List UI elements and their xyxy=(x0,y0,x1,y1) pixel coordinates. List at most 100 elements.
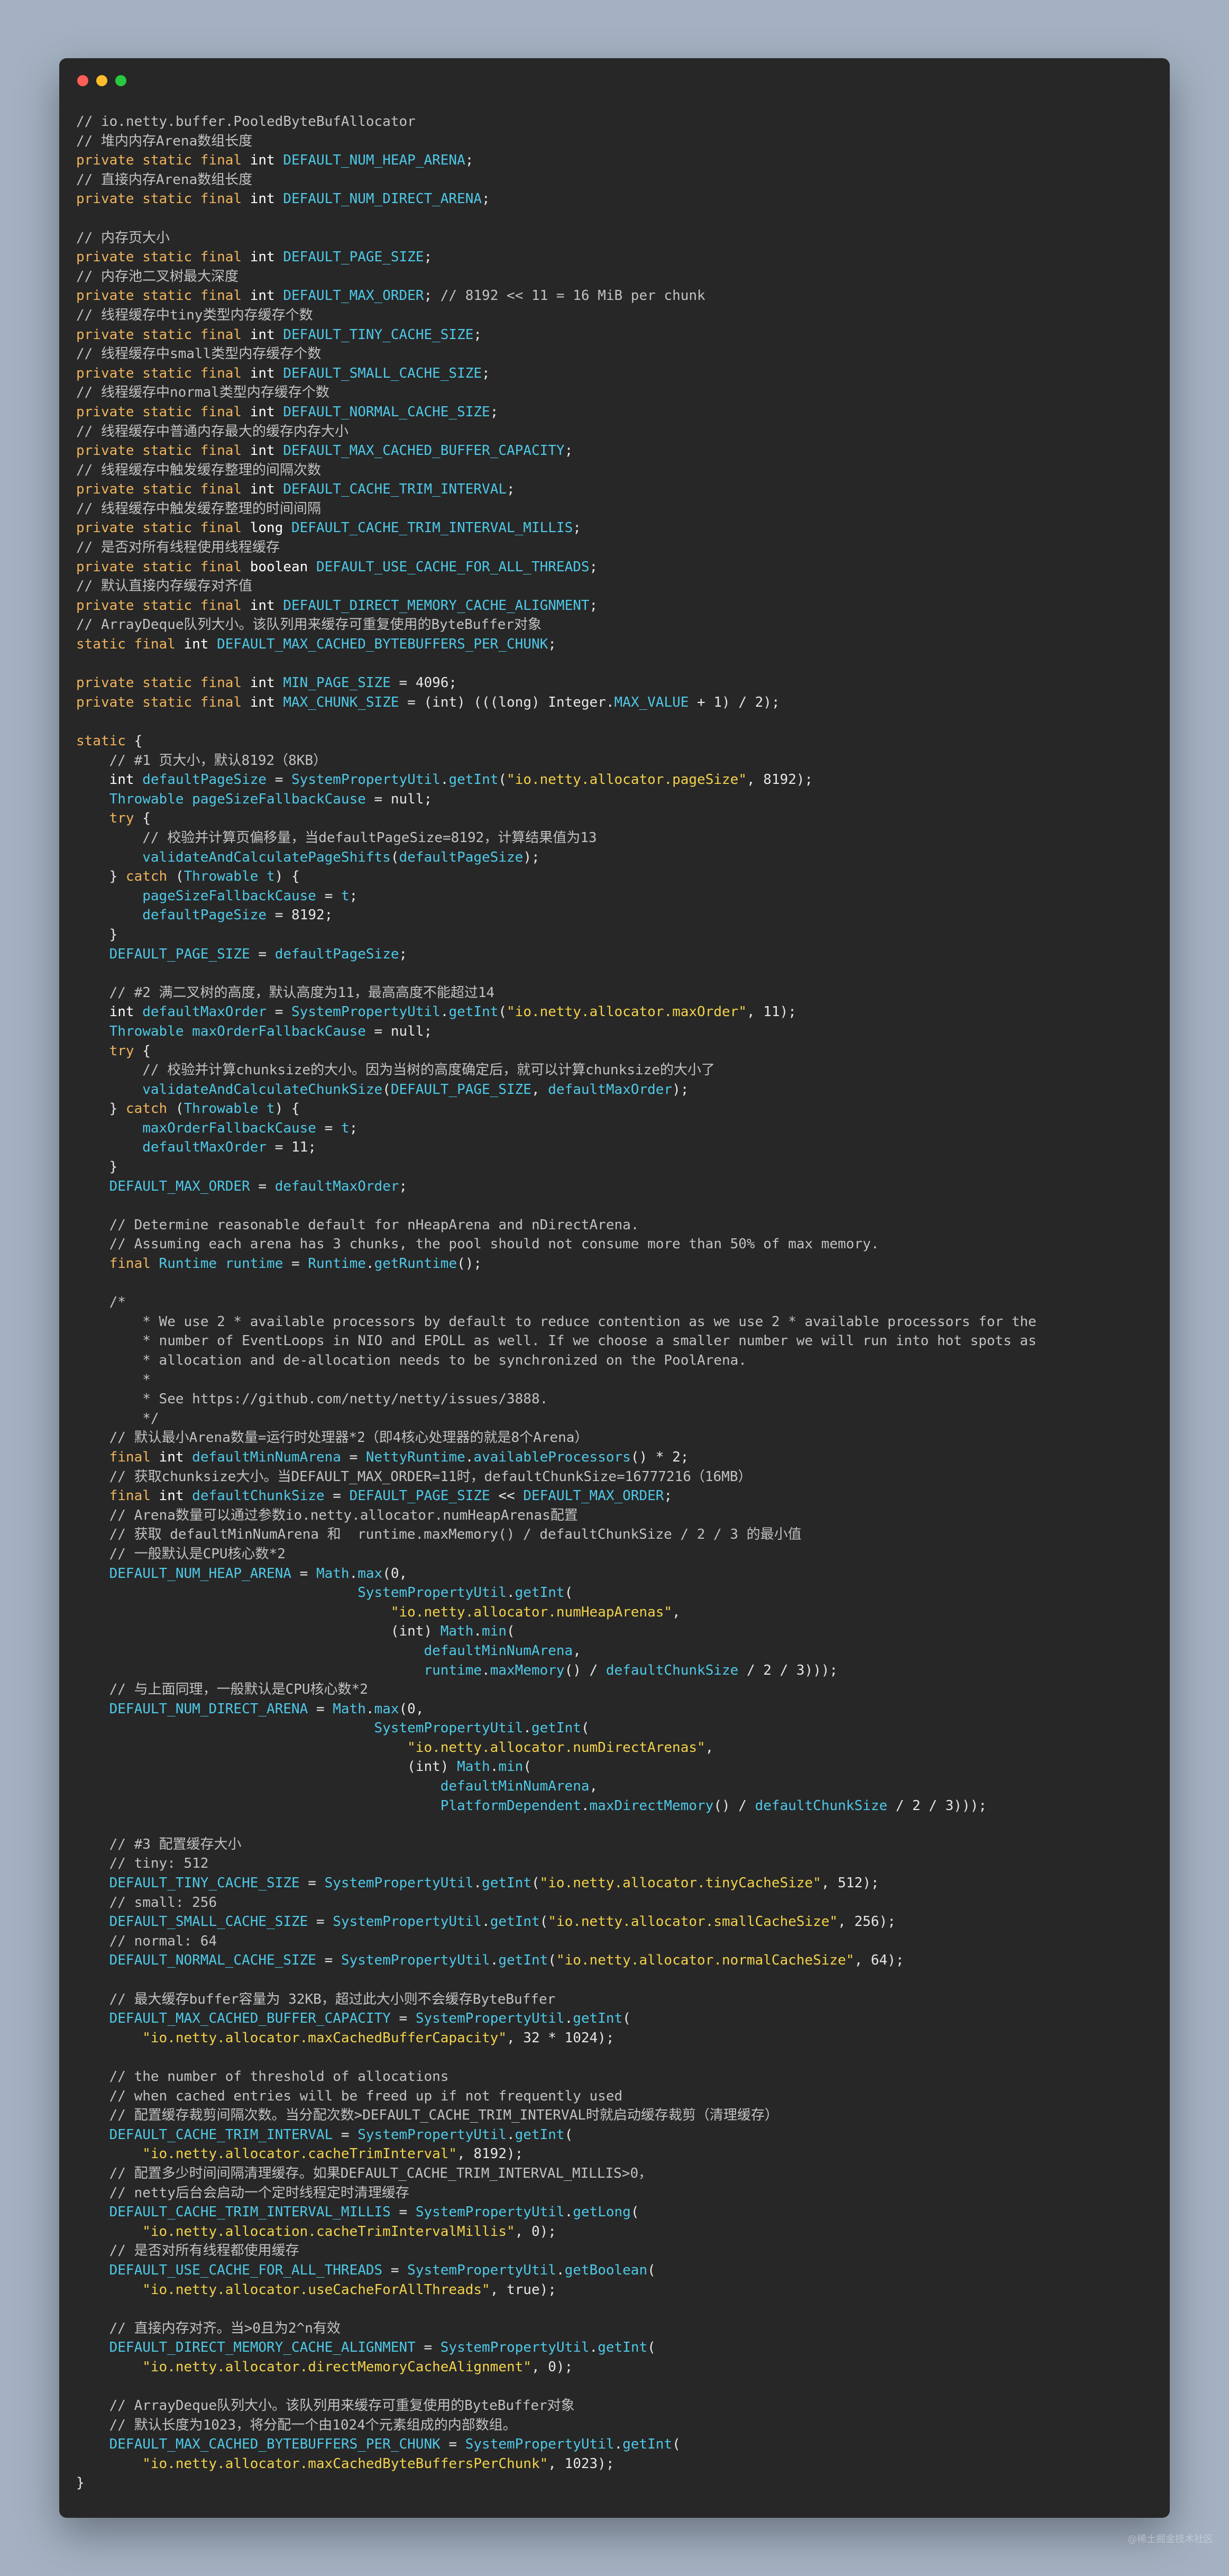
code-token: = xyxy=(316,888,341,904)
code-token: DEFAULT_MAX_CACHED_BUFFER_CAPACITY xyxy=(109,2011,391,2027)
code-token: SystemPropertyUtil xyxy=(374,1720,524,1737)
code-token: SystemPropertyUtil xyxy=(415,2011,565,2027)
code-token: // io.netty.buffer.PooledByteBufAllocato… xyxy=(76,114,416,130)
code-token: // 校验并计算chunksize的大小。因为当树的高度确定后，就可以计算chu… xyxy=(142,1062,715,1079)
code-token: // 配置多少时间间隔清理缓存。如果DEFAULT_CACHE_TRIM_INT… xyxy=(109,2165,653,2181)
code-line: validateAndCalculatePageShifts(defaultPa… xyxy=(76,848,1159,867)
code-line: // #1 页大小，默认8192（8KB） xyxy=(76,751,1159,771)
code-token: . xyxy=(473,1875,482,1892)
code-token: = xyxy=(308,1701,333,1717)
code-token: DEFAULT_PAGE_SIZE xyxy=(283,249,424,266)
code-token: / 2 / 3))); xyxy=(738,1662,838,1678)
code-token: int xyxy=(250,152,283,169)
close-window-button[interactable] xyxy=(77,75,88,86)
code-token: int xyxy=(250,404,283,420)
code-token: Throwable xyxy=(184,869,267,885)
code-line: DEFAULT_TINY_CACHE_SIZE = SystemProperty… xyxy=(76,1874,1159,1893)
code-token: // when cached entries will be freed up … xyxy=(109,2088,623,2104)
code-line: DEFAULT_MAX_ORDER = defaultMaxOrder; xyxy=(76,1177,1159,1196)
code-line: } xyxy=(76,1157,1159,1177)
code-line: // 最大缓存buffer容量为 32KB，超过此大小则不会缓存ByteBuff… xyxy=(76,1990,1159,2009)
code-token: catch xyxy=(125,1101,176,1117)
code-token: defaultMaxOrder xyxy=(142,1139,267,1156)
code-line: final int defaultMinNumArena = NettyRunt… xyxy=(76,1448,1159,1467)
code-line: // 与上面同理，一般默认是CPU核心数*2 xyxy=(76,1680,1159,1700)
code-token: . xyxy=(440,772,449,788)
code-token: ; xyxy=(664,1488,673,1504)
code-token: ( xyxy=(647,2262,656,2278)
code-token: // Assuming each arena has 3 chunks, the… xyxy=(109,1236,879,1253)
code-token: Math xyxy=(316,1565,350,1582)
code-token: int xyxy=(109,1004,143,1020)
minimize-window-button[interactable] xyxy=(96,75,107,86)
code-line: validateAndCalculateChunkSize(DEFAULT_PA… xyxy=(76,1080,1159,1100)
code-token: SystemPropertyUtil xyxy=(333,1914,482,1930)
code-line: // when cached entries will be freed up … xyxy=(76,2087,1159,2106)
code-token: private static final xyxy=(76,191,250,207)
code-token: // 线程缓存中normal类型内存缓存个数 xyxy=(76,385,329,401)
code-token: . xyxy=(523,1720,531,1737)
code-token: DEFAULT_PAGE_SIZE xyxy=(349,1488,490,1504)
code-line: // 默认长度为1023，将分配一个由1024个元素组成的内部数组。 xyxy=(76,2416,1159,2435)
code-token: = xyxy=(333,2126,358,2143)
code-token: , 8192); xyxy=(746,772,813,788)
code-token: // ArrayDeque队列大小。该队列用来缓存可重复使用的ByteBuffe… xyxy=(109,2398,575,2414)
code-token: , 64); xyxy=(854,1952,904,1969)
code-token: SystemPropertyUtil xyxy=(465,2436,614,2453)
code-line: final Runtime runtime = Runtime.getRunti… xyxy=(76,1254,1159,1274)
code-token: DEFAULT_NUM_HEAP_ARENA xyxy=(109,1565,291,1582)
code-line: // tiny: 512 xyxy=(76,1854,1159,1874)
code-token: // 默认长度为1023，将分配一个由1024个元素组成的内部数组。 xyxy=(109,2417,517,2433)
code-token: SystemPropertyUtil xyxy=(291,1004,441,1020)
code-token: ( xyxy=(175,1101,184,1117)
code-line: // Determine reasonable default for nHea… xyxy=(76,1216,1159,1235)
code-token: ; xyxy=(548,636,556,653)
code-token: + 1) / 2); xyxy=(689,694,780,710)
code-token: "io.netty.allocator.normalCacheSize" xyxy=(556,1952,855,1969)
code-token: "io.netty.allocator.cacheTrimInterval" xyxy=(142,2146,457,2162)
code-token: . xyxy=(473,1623,482,1640)
code-line: Throwable maxOrderFallbackCause = null; xyxy=(76,1022,1159,1042)
code-token: . xyxy=(365,1256,374,1272)
code-token: . xyxy=(614,2436,623,2453)
code-token: // ArrayDeque队列大小。该队列用来缓存可重复使用的ByteBuffe… xyxy=(76,617,542,633)
code-token: DEFAULT_PAGE_SIZE xyxy=(390,1081,531,1098)
code-token: ; xyxy=(424,288,441,304)
code-token: int xyxy=(109,772,143,788)
code-token: ; xyxy=(399,946,408,962)
code-line: pageSizeFallbackCause = t; xyxy=(76,887,1159,906)
code-token: defaultPageSize xyxy=(142,907,267,924)
code-token: validateAndCalculateChunkSize xyxy=(142,1081,383,1098)
code-token: getInt xyxy=(598,2340,648,2356)
code-line: // #2 满二叉树的高度，默认高度为11，最高高度不能超过14 xyxy=(76,983,1159,1003)
code-token: (int) xyxy=(76,1623,441,1640)
code-token: getInt xyxy=(515,2126,565,2143)
code-token: NettyRuntime xyxy=(365,1449,465,1465)
code-token: } xyxy=(76,869,126,885)
code-token: = xyxy=(299,1875,325,1892)
code-token: defaultChunkSize xyxy=(755,1797,888,1814)
code-token: DEFAULT_NORMAL_CACHE_SIZE xyxy=(109,1952,316,1969)
code-token: getInt xyxy=(622,2436,673,2453)
code-token: , 0); xyxy=(515,2223,556,2240)
code-token: min xyxy=(482,1623,507,1640)
zoom-window-button[interactable] xyxy=(115,75,126,86)
code-token: SystemPropertyUtil xyxy=(291,772,441,788)
code-token: t xyxy=(341,888,350,904)
code-token: = xyxy=(341,1449,366,1465)
code-token: ) { xyxy=(274,869,300,885)
code-token: // 堆内内存Arena数组长度 xyxy=(76,133,253,149)
code-token: = xyxy=(316,1120,341,1136)
